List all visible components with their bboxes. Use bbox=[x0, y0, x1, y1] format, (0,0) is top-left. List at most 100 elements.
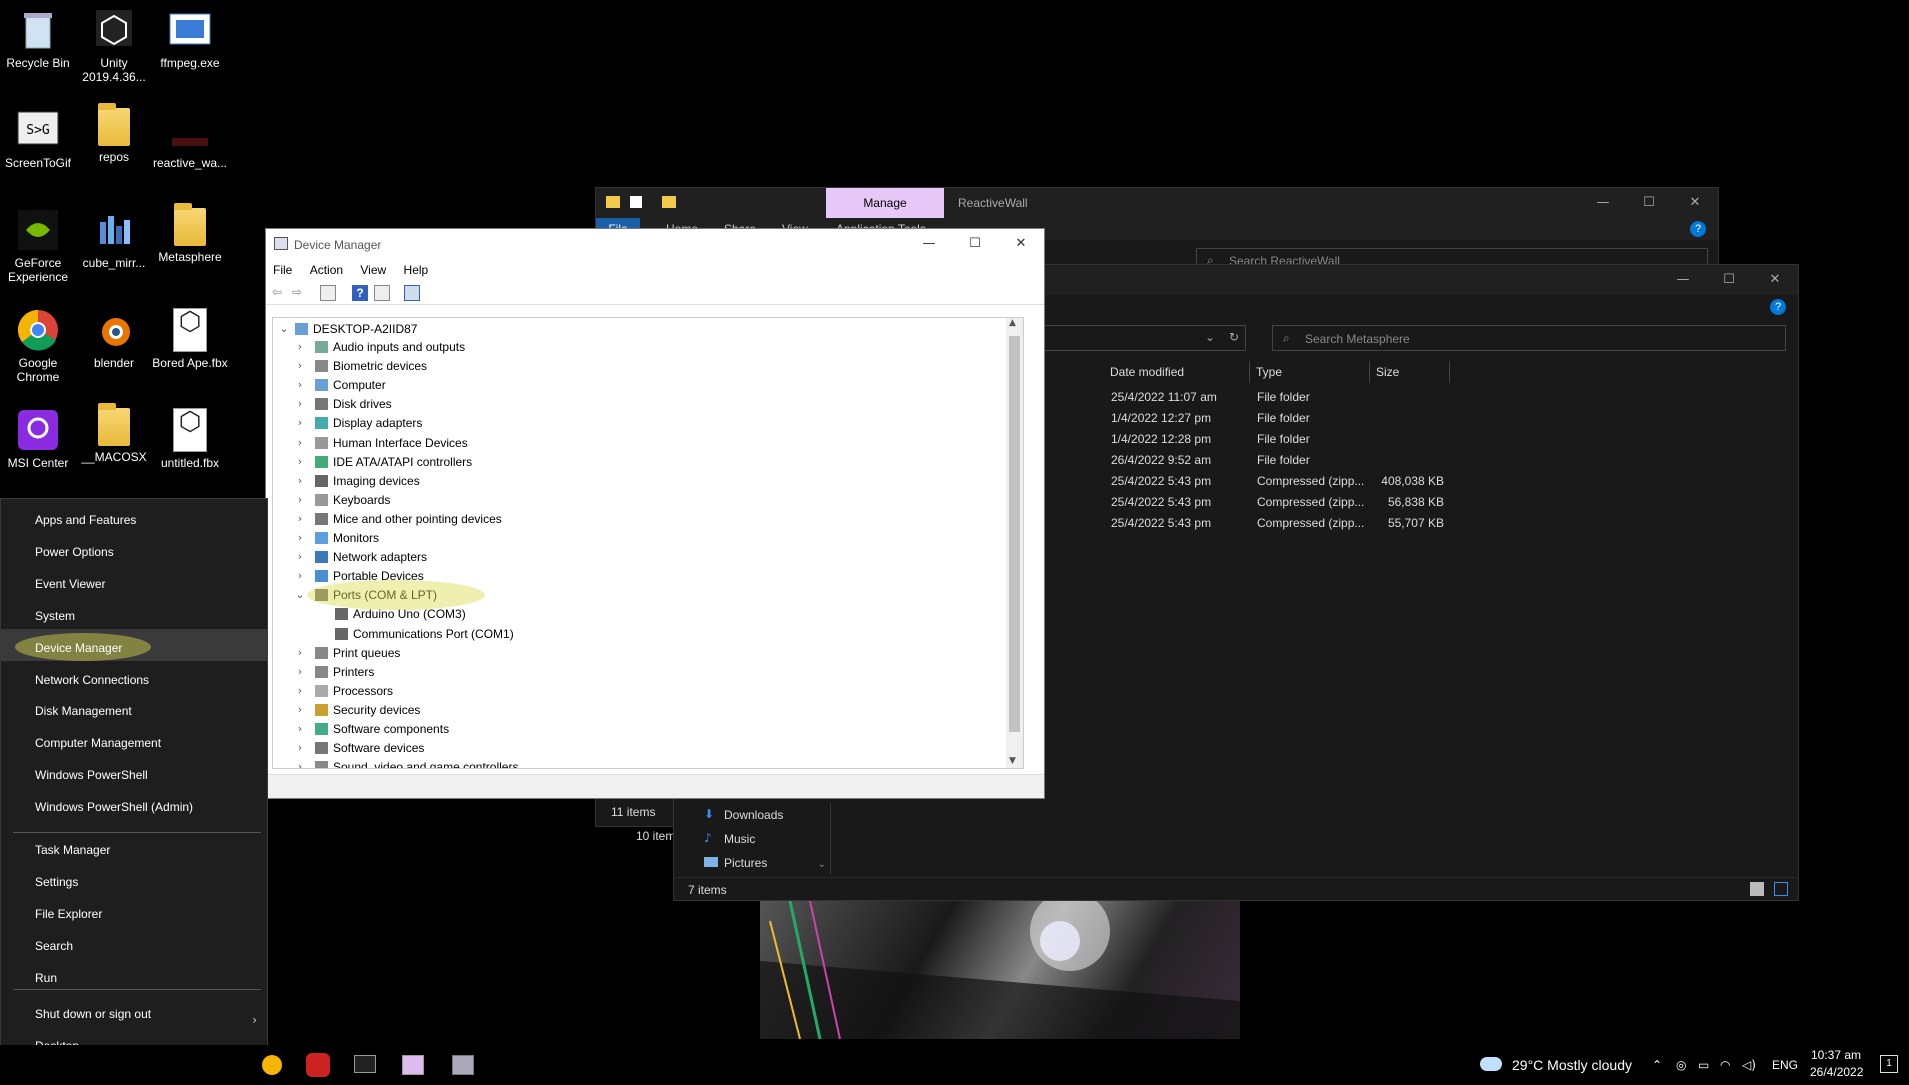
minimize-icon[interactable]: — bbox=[1580, 188, 1626, 218]
chrome-taskbar-icon[interactable] bbox=[262, 1055, 282, 1075]
chevron-right-icon[interactable]: › bbox=[295, 510, 305, 528]
desktop-icon-unity[interactable]: Unity 2019.4.36... bbox=[76, 8, 152, 84]
desktop-icon-untitled-fbx[interactable]: untitled.fbx bbox=[152, 408, 228, 470]
title-bar[interactable]: Device Manager — ☐ ✕ bbox=[266, 229, 1044, 259]
desktop-icon-msi[interactable]: MSI Center bbox=[0, 408, 76, 470]
desktop-icon-reactive-wall[interactable]: reactive_wa... bbox=[152, 108, 228, 170]
menu-item-computer-management[interactable]: Computer Management bbox=[35, 736, 161, 750]
chevron-right-icon[interactable]: › bbox=[295, 414, 305, 432]
refresh-icon[interactable]: ↻ bbox=[1229, 330, 1239, 344]
desktop-icon-repos[interactable]: repos bbox=[76, 103, 152, 164]
maximize-icon[interactable]: ☐ bbox=[952, 229, 998, 259]
app-taskbar-icon[interactable] bbox=[306, 1053, 330, 1077]
desktop-icon-screentogif[interactable]: S>G ScreenToGif bbox=[0, 108, 76, 170]
explorer-taskbar-icon[interactable] bbox=[402, 1055, 424, 1075]
help-icon[interactable]: ? bbox=[1770, 299, 1786, 315]
weather-icon[interactable] bbox=[1480, 1057, 1502, 1071]
terminal-taskbar-icon[interactable] bbox=[354, 1055, 376, 1073]
menu-item-shut-down-or-sign-out[interactable]: Shut down or sign out bbox=[35, 1007, 151, 1021]
desktop-icon-bored-ape[interactable]: Bored Ape.fbx bbox=[152, 308, 228, 370]
maximize-icon[interactable]: ☐ bbox=[1706, 265, 1752, 295]
column-size[interactable]: Size bbox=[1376, 365, 1399, 379]
back-icon[interactable]: ⇦ bbox=[272, 285, 288, 301]
menu-item-task-manager[interactable]: Task Manager bbox=[35, 843, 110, 857]
close-icon[interactable]: ✕ bbox=[998, 229, 1044, 259]
chevron-right-icon[interactable]: › bbox=[295, 567, 305, 585]
minimize-icon[interactable]: — bbox=[906, 229, 952, 259]
close-icon[interactable]: ✕ bbox=[1672, 188, 1718, 218]
chevron-right-icon[interactable]: › bbox=[295, 357, 305, 375]
desktop-icon-ffmpeg[interactable]: ffmpeg.exe bbox=[152, 8, 228, 70]
chevron-right-icon[interactable]: › bbox=[295, 548, 305, 566]
notification-center-icon[interactable]: 1 bbox=[1880, 1055, 1898, 1073]
desktop-icon-blender[interactable]: blender bbox=[76, 308, 152, 370]
scan-hardware-icon[interactable] bbox=[404, 285, 420, 301]
maximize-icon[interactable]: ☐ bbox=[1626, 188, 1672, 218]
menu-item-apps-and-features[interactable]: Apps and Features bbox=[35, 513, 136, 527]
volume-icon[interactable]: ◁) bbox=[1742, 1045, 1756, 1085]
show-hide-console-tree-icon[interactable] bbox=[320, 285, 336, 301]
menu-item-disk-management[interactable]: Disk Management bbox=[35, 704, 132, 718]
menu-item-event-viewer[interactable]: Event Viewer bbox=[35, 577, 105, 591]
chevron-down-icon[interactable]: ⌄ bbox=[279, 320, 289, 338]
tab-manage[interactable]: Manage bbox=[826, 188, 944, 218]
weather-text[interactable]: 29°C Mostly cloudy bbox=[1512, 1045, 1632, 1085]
chevron-up-icon[interactable]: ⌃ bbox=[1652, 1045, 1662, 1085]
chevron-down-icon[interactable]: ⌄ bbox=[1205, 330, 1215, 344]
menu-item-power-options[interactable]: Power Options bbox=[35, 545, 114, 559]
menu-item-search[interactable]: Search bbox=[35, 939, 73, 953]
menu-view[interactable]: View bbox=[353, 259, 393, 277]
desktop-icon-chrome[interactable]: Google Chrome bbox=[0, 308, 76, 384]
minimize-icon[interactable]: — bbox=[1660, 265, 1706, 295]
help-icon[interactable]: ? bbox=[352, 285, 368, 301]
display-icon[interactable]: ▭ bbox=[1698, 1045, 1709, 1085]
chevron-right-icon[interactable]: › bbox=[295, 758, 305, 768]
large-icons-view-icon[interactable] bbox=[1774, 882, 1788, 896]
menu-item-windows-powershell-admin[interactable]: Windows PowerShell (Admin) bbox=[35, 800, 193, 814]
vertical-scrollbar[interactable]: ▲ ▼ bbox=[1006, 318, 1023, 768]
column-type[interactable]: Type bbox=[1256, 365, 1282, 379]
chevron-right-icon[interactable]: › bbox=[295, 739, 305, 757]
chevron-right-icon[interactable]: › bbox=[295, 472, 305, 490]
device-manager-taskbar-icon[interactable] bbox=[452, 1055, 474, 1075]
chevron-right-icon[interactable]: › bbox=[295, 701, 305, 719]
properties-icon[interactable] bbox=[374, 285, 390, 301]
help-icon[interactable]: ? bbox=[1690, 221, 1706, 237]
language-indicator[interactable]: ENG bbox=[1772, 1045, 1798, 1085]
column-date-modified[interactable]: Date modified bbox=[1110, 365, 1184, 379]
chevron-right-icon[interactable]: › bbox=[295, 395, 305, 413]
clock[interactable]: 10:37 am 26/4/2022 bbox=[1810, 1048, 1863, 1079]
chevron-right-icon[interactable]: › bbox=[295, 491, 305, 509]
menu-item-windows-powershell[interactable]: Windows PowerShell bbox=[35, 768, 148, 782]
menu-item-device-manager[interactable]: Device Manager bbox=[35, 641, 122, 655]
chevron-right-icon[interactable]: › bbox=[295, 529, 305, 547]
chevron-down-icon[interactable]: ⌄ bbox=[295, 586, 305, 604]
desktop-icon-recycle-bin[interactable]: Recycle Bin bbox=[0, 8, 76, 70]
menu-item-run[interactable]: Run bbox=[35, 971, 57, 985]
chevron-right-icon[interactable]: › bbox=[295, 376, 305, 394]
scroll-down-icon[interactable]: ⌄ bbox=[818, 859, 826, 870]
menu-item-network-connections[interactable]: Network Connections bbox=[35, 673, 149, 687]
title-bar[interactable]: Manage ReactiveWall — ☐ ✕ bbox=[596, 188, 1718, 218]
wifi-icon[interactable]: ◠ bbox=[1720, 1045, 1730, 1085]
chevron-right-icon[interactable]: › bbox=[295, 644, 305, 662]
scrollbar-thumb[interactable] bbox=[1009, 336, 1020, 732]
scroll-down-icon[interactable]: ▼ bbox=[1009, 756, 1016, 766]
chevron-right-icon[interactable]: › bbox=[295, 663, 305, 681]
forward-icon[interactable]: ⇨ bbox=[292, 285, 308, 301]
chevron-right-icon[interactable]: › bbox=[295, 434, 305, 452]
menu-item-settings[interactable]: Settings bbox=[35, 875, 78, 889]
desktop-icon-metasphere[interactable]: Metasphere bbox=[152, 203, 228, 264]
device-manager-window[interactable]: Device Manager — ☐ ✕ File Action View He… bbox=[265, 228, 1045, 799]
desktop-icon-macosx[interactable]: __MACOSX bbox=[76, 403, 152, 464]
scroll-up-icon[interactable]: ▲ bbox=[1009, 318, 1016, 328]
menu-item-file-explorer[interactable]: File Explorer bbox=[35, 907, 102, 921]
chevron-right-icon[interactable]: › bbox=[295, 720, 305, 738]
menu-help[interactable]: Help bbox=[397, 259, 436, 277]
search-box-metasphere[interactable]: ⌕ Search Metasphere bbox=[1272, 325, 1786, 351]
close-icon[interactable]: ✕ bbox=[1752, 265, 1798, 295]
menu-file[interactable]: File bbox=[266, 259, 299, 277]
chevron-right-icon[interactable]: › bbox=[295, 338, 305, 356]
chevron-right-icon[interactable]: › bbox=[295, 453, 305, 471]
chevron-right-icon[interactable]: › bbox=[295, 682, 305, 700]
